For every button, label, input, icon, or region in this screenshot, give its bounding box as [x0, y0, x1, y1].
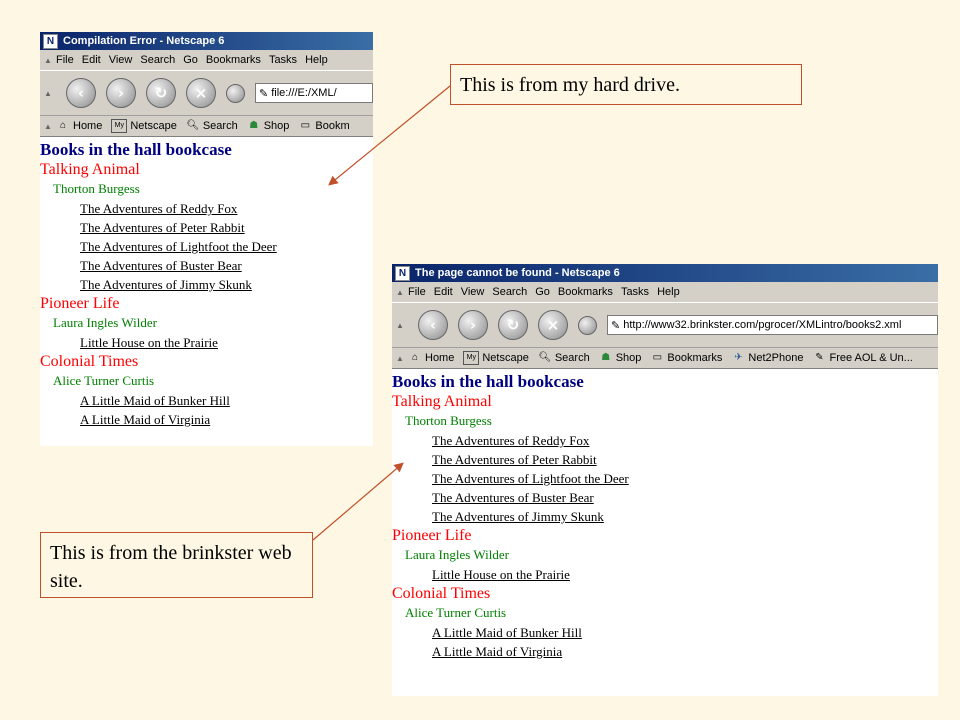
callout-arrows [312, 85, 451, 541]
arrow-to-local-window [328, 85, 451, 186]
arrow-to-brinkster-window [312, 462, 404, 541]
